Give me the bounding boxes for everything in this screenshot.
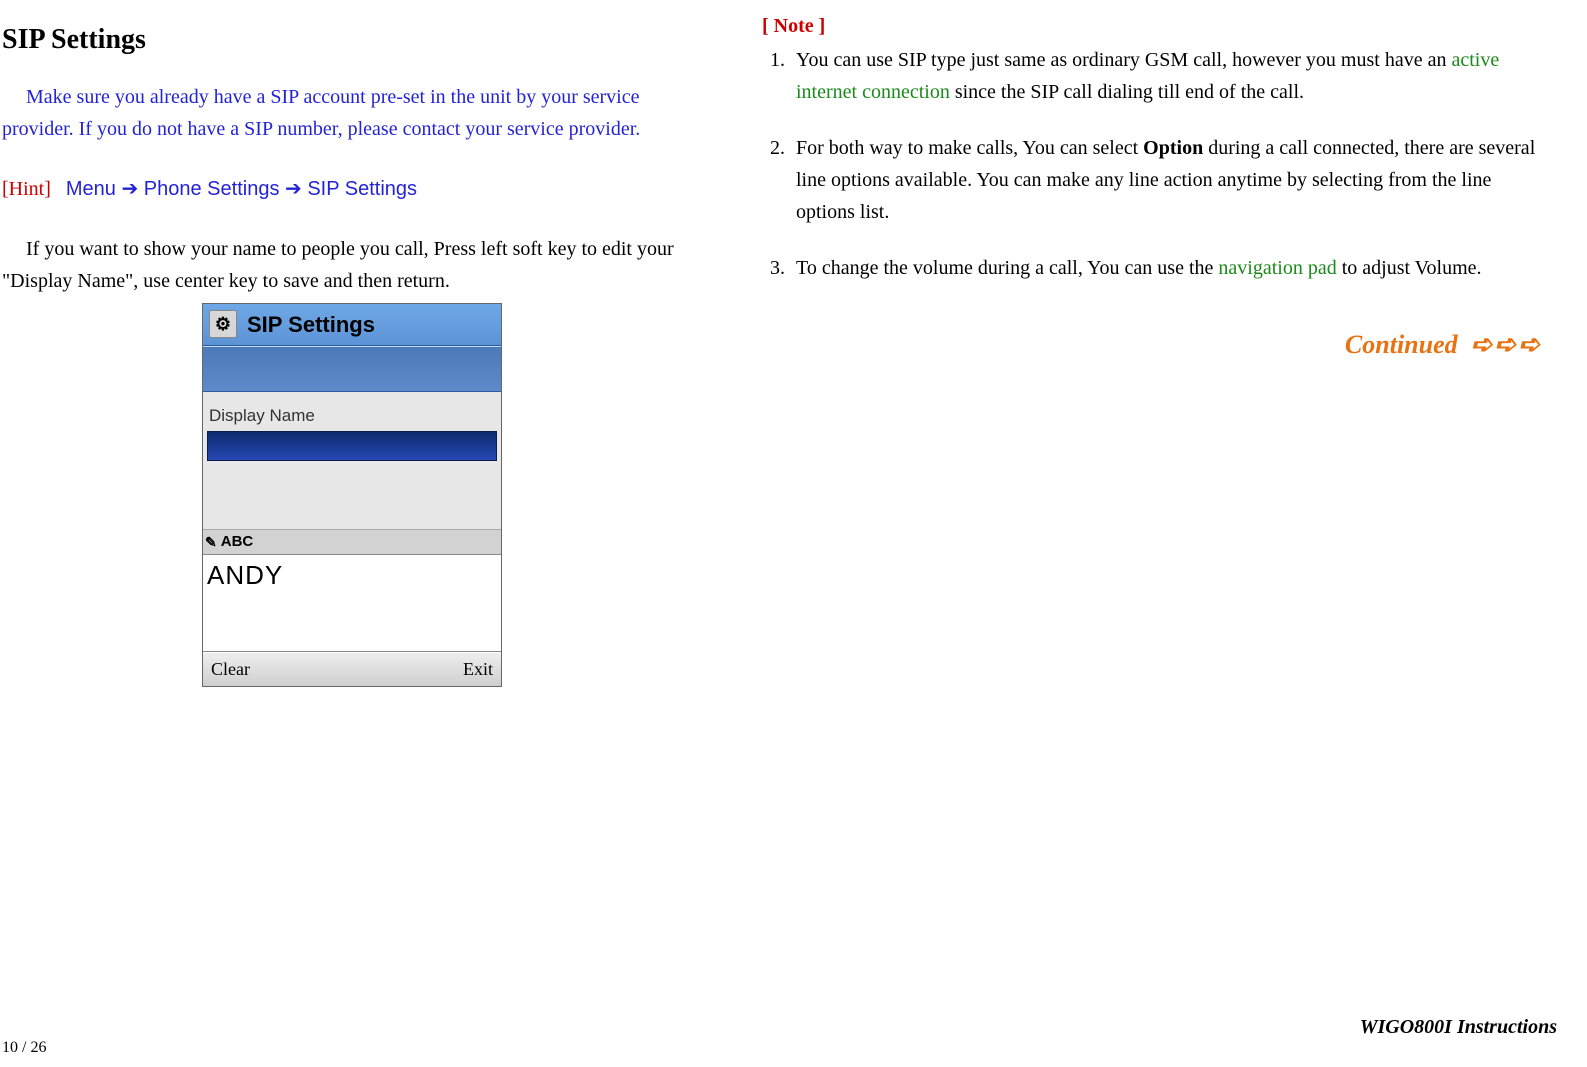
note-3b: to adjust Volume. [1337, 257, 1482, 279]
pencil-icon: ✎ [205, 531, 217, 553]
phone-frame: ⚙ SIP Settings Display Name ✎ ABC ANDY C… [202, 303, 502, 687]
continued-line: Continued ➪➪➪ [762, 324, 1542, 366]
hint-line: [Hint] Menu ➔ Phone Settings ➔ SIP Setti… [2, 173, 702, 205]
instruction-paragraph: If you want to show your name to people … [2, 233, 702, 297]
spacer [207, 461, 497, 527]
section-title: SIP Settings [2, 18, 702, 63]
note-2: For both way to make calls, You can sele… [790, 132, 1542, 228]
phone-titlebar: ⚙ SIP Settings [203, 304, 501, 346]
softkey-exit[interactable]: Exit [463, 655, 493, 684]
note-1: You can use SIP type just same as ordina… [790, 44, 1542, 108]
note-3-green: navigation pad [1218, 257, 1336, 279]
doc-title-footer: WIGO800I Instructions [1360, 1011, 1557, 1043]
phone-screenshot: ⚙ SIP Settings Display Name ✎ ABC ANDY C… [2, 303, 702, 687]
page: SIP Settings Make sure you already have … [0, 10, 1557, 687]
softkey-clear[interactable]: Clear [211, 655, 250, 684]
phone-body: Display Name [203, 392, 501, 529]
notes-list: You can use SIP type just same as ordina… [762, 44, 1542, 284]
left-column: SIP Settings Make sure you already have … [2, 10, 702, 687]
note-heading: [ Note ] [762, 10, 1542, 42]
softkey-bar: Clear Exit [203, 652, 501, 686]
input-mode: ABC [221, 530, 254, 554]
hint-label: [Hint] [2, 178, 51, 200]
arrow-right-icon: ➪➪➪ [1471, 330, 1542, 359]
phone-title: SIP Settings [247, 307, 375, 342]
text-area[interactable]: ANDY [203, 554, 501, 652]
note-2-bold: Option [1143, 137, 1203, 159]
note-3: To change the volume during a call, You … [790, 252, 1542, 284]
gear-icon: ⚙ [209, 310, 237, 338]
right-column: [ Note ] You can use SIP type just same … [762, 10, 1542, 687]
note-2a: For both way to make calls, You can sele… [796, 137, 1143, 159]
intro-paragraph: Make sure you already have a SIP account… [2, 81, 702, 145]
note-1b: since the SIP call dialing till end of t… [950, 81, 1304, 103]
display-name-input[interactable] [207, 431, 497, 461]
note-1a: You can use SIP type just same as ordina… [796, 49, 1451, 71]
continued-text: Continued [1345, 330, 1458, 359]
phone-blue-band [203, 346, 501, 392]
page-number: 10 / 26 [2, 1035, 46, 1061]
input-mode-row: ✎ ABC [203, 529, 501, 554]
display-name-label: Display Name [209, 402, 495, 429]
note-3a: To change the volume during a call, You … [796, 257, 1218, 279]
hint-path: Menu ➔ Phone Settings ➔ SIP Settings [66, 178, 417, 200]
